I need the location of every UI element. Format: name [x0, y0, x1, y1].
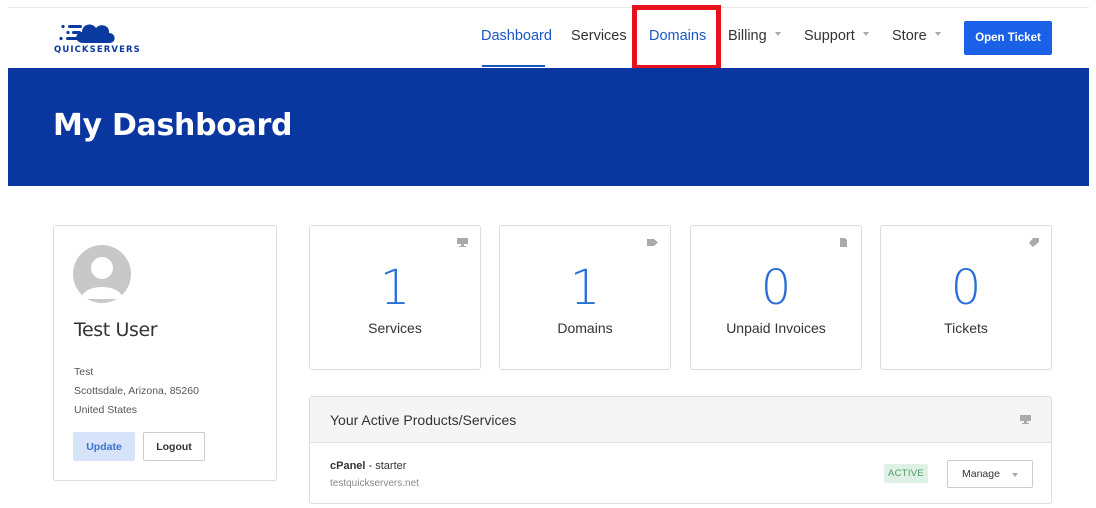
profile-name: Test User	[74, 319, 158, 341]
document-icon	[840, 238, 847, 247]
chevron-down-icon	[1012, 473, 1018, 477]
update-button[interactable]: Update	[73, 432, 135, 461]
stat-value: 1	[379, 260, 411, 316]
chevron-down-icon	[862, 32, 869, 37]
service-product: cPanel	[330, 460, 366, 472]
nav-services[interactable]: Services	[571, 28, 627, 44]
active-products-panel: Your Active Products/Services cPanel - s…	[309, 396, 1052, 504]
service-plan: - starter	[365, 460, 407, 472]
stat-tile-unpaid-invoices[interactable]: 0 Unpaid Invoices	[690, 225, 862, 370]
manage-button-label: Manage	[962, 468, 1000, 480]
panel-title: Your Active Products/Services	[330, 412, 517, 428]
chevron-down-icon	[774, 32, 781, 37]
brand-logo-text: QUICKSERVERS	[54, 45, 141, 55]
stat-label: Domains	[557, 320, 613, 336]
stat-value: 0	[950, 260, 982, 316]
stat-tile-domains[interactable]: 1 Domains	[499, 225, 671, 370]
stat-label: Services	[368, 320, 422, 336]
nav-billing[interactable]: Billing	[728, 28, 781, 44]
tag-icon	[647, 239, 658, 246]
user-avatar-icon	[81, 257, 123, 299]
nav-active-indicator	[482, 65, 545, 67]
nav-billing-label: Billing	[728, 28, 767, 44]
manage-button[interactable]: Manage	[947, 460, 1033, 488]
ticket-icon	[1029, 238, 1039, 247]
server-icon	[457, 238, 468, 247]
domains-highlight-box	[632, 5, 721, 70]
stat-tile-tickets[interactable]: 0 Tickets	[880, 225, 1052, 370]
status-badge: ACTIVE	[884, 464, 928, 483]
stat-value: 1	[569, 260, 601, 316]
page-header-banner: My Dashboard	[8, 68, 1089, 186]
service-domain: testquickservers.net	[330, 478, 419, 489]
panel-header: Your Active Products/Services	[310, 397, 1051, 443]
nav-support-label: Support	[804, 28, 855, 44]
stat-label: Unpaid Invoices	[726, 320, 826, 336]
profile-country: United States	[74, 404, 138, 416]
stat-value: 0	[760, 260, 792, 316]
profile-company: Test	[74, 366, 94, 378]
profile-card: Test User Test Scottsdale, Arizona, 8526…	[53, 225, 277, 481]
profile-city: Scottsdale, Arizona, 85260	[74, 385, 199, 397]
service-name[interactable]: cPanel - starter	[330, 460, 406, 472]
top-navbar: QUICKSERVERS Dashboard Services Domains …	[8, 8, 1089, 68]
chevron-down-icon	[934, 32, 941, 37]
server-icon	[1020, 415, 1031, 424]
nav-dashboard[interactable]: Dashboard	[481, 28, 552, 44]
stat-tile-services[interactable]: 1 Services	[309, 225, 481, 370]
logout-button[interactable]: Logout	[143, 432, 205, 461]
stat-label: Tickets	[944, 320, 988, 336]
nav-store-label: Store	[892, 28, 927, 44]
page-title: My Dashboard	[53, 108, 293, 143]
nav-store[interactable]: Store	[892, 28, 941, 44]
brand-logo[interactable]: QUICKSERVERS	[54, 19, 144, 55]
open-ticket-button[interactable]: Open Ticket	[964, 21, 1052, 55]
avatar	[73, 245, 131, 303]
nav-support[interactable]: Support	[804, 28, 869, 44]
cloud-logo-icon	[59, 24, 115, 43]
